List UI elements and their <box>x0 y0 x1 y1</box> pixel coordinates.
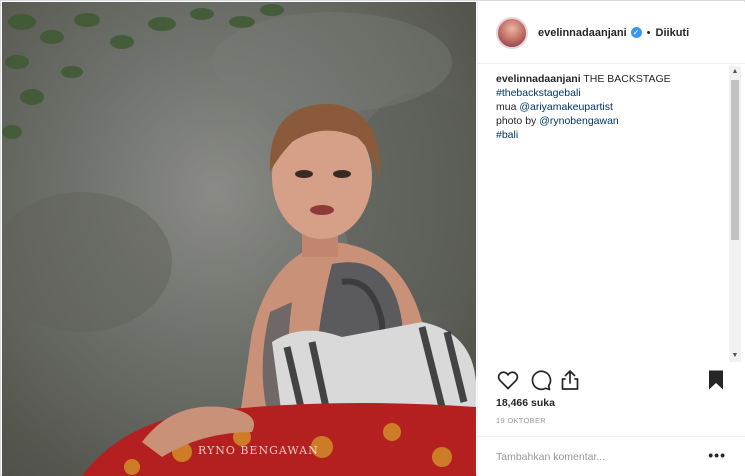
follow-button[interactable]: Diikuti <box>656 27 690 39</box>
caption: evelinnadaanjani THE BACKSTAGE #thebacks… <box>496 72 728 142</box>
post-photo[interactable]: RYNO BENGAWAN <box>2 2 476 476</box>
photo-illustration <box>2 4 476 476</box>
scroll-thumb[interactable] <box>731 80 739 240</box>
heart-icon[interactable] <box>496 368 520 392</box>
instagram-post: RYNO BENGAWAN evelinnadaanjani ✓ • Diiku… <box>0 0 745 476</box>
comment-icon[interactable] <box>528 368 552 392</box>
hashtag-link[interactable]: #thebackstagebali <box>496 86 728 100</box>
action-bar <box>496 368 728 394</box>
share-icon[interactable] <box>558 368 582 392</box>
bookmark-icon[interactable] <box>704 368 728 392</box>
header-username[interactable]: evelinnadaanjani <box>538 27 627 39</box>
photo-watermark: RYNO BENGAWAN <box>198 444 319 457</box>
verified-badge-icon: ✓ <box>630 27 642 38</box>
scroll-up-arrow-icon[interactable]: ▲ <box>729 66 741 78</box>
mua-label: mua <box>496 101 517 113</box>
post-header: evelinnadaanjani ✓ • Diikuti <box>478 2 745 64</box>
hashtag-link[interactable]: #bali <box>496 128 728 142</box>
caption-username[interactable]: evelinnadaanjani <box>496 73 581 85</box>
likes-count[interactable]: 18,466 suka <box>496 397 555 409</box>
post-side-panel: evelinnadaanjani ✓ • Diikuti evelinnadaa… <box>477 2 745 476</box>
caption-text: THE BACKSTAGE <box>583 73 671 85</box>
scroll-down-arrow-icon[interactable]: ▼ <box>729 350 741 362</box>
mention-link[interactable]: @ariyamakeupartist <box>519 101 613 113</box>
comment-box: ••• <box>478 436 745 476</box>
mention-link[interactable]: @rynobengawan <box>539 115 619 127</box>
comments-scrollbar[interactable]: ▲ ▼ <box>729 66 741 362</box>
photo-by-label: photo by <box>496 115 537 127</box>
more-options-button[interactable]: ••• <box>708 447 726 463</box>
post-date: 19 OKTOBER <box>496 416 546 425</box>
separator-dot: • <box>646 26 651 39</box>
comment-input[interactable] <box>496 448 696 466</box>
avatar[interactable] <box>496 16 528 49</box>
